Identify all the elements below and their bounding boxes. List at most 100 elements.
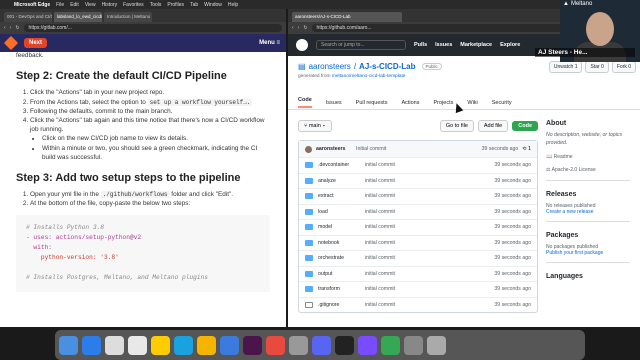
repo-owner-link[interactable]: aaronsteers [309, 62, 351, 71]
file-msg[interactable]: initial commit [365, 193, 475, 199]
go-to-file-button[interactable]: Go to file [439, 120, 474, 132]
file-msg[interactable]: initial commit [365, 240, 475, 246]
menu-tools[interactable]: Tools [150, 2, 162, 8]
tab-projects[interactable]: Projects [434, 100, 454, 106]
notes-icon[interactable] [151, 335, 170, 355]
github-logo-icon[interactable] [296, 39, 308, 51]
reload-icon[interactable]: ↻ [15, 25, 19, 31]
file-msg[interactable]: initial commit [365, 178, 475, 184]
tab-code[interactable]: Code [298, 97, 312, 108]
file-name[interactable]: notebook [318, 240, 339, 246]
create-release-link[interactable]: Create a new release [546, 209, 630, 215]
file-name[interactable]: .devcontainer [318, 162, 349, 168]
nav-marketplace[interactable]: Marketplace [460, 42, 492, 48]
file-msg[interactable]: initial commit [365, 224, 475, 230]
file-name[interactable]: transform [318, 286, 340, 292]
file-row[interactable]: load initial commit 39 seconds ago [299, 203, 537, 220]
menu-file[interactable]: File [56, 2, 64, 8]
github-search-input[interactable]: Search or jump to... [316, 40, 406, 50]
file-msg[interactable]: initial commit [365, 302, 475, 308]
commit-message[interactable]: Initial commit [356, 146, 386, 152]
file-row[interactable]: analyze initial commit 39 seconds ago [299, 172, 537, 189]
tab-security[interactable]: Security [492, 100, 512, 106]
menu-history[interactable]: History [102, 2, 118, 8]
terminal-icon[interactable] [335, 335, 354, 355]
file-row[interactable]: output initial commit 39 seconds ago [299, 265, 537, 282]
nav-pulls[interactable]: Pulls [414, 42, 427, 48]
menu-tab[interactable]: Tab [190, 2, 198, 8]
menu-edit[interactable]: Edit [70, 2, 79, 8]
readme-link[interactable]: 📖 Readme [546, 154, 630, 160]
tab-issues[interactable]: Issues [326, 100, 342, 106]
branch-selector[interactable]: ⑂ main ▾ [298, 120, 332, 132]
menu-favorites[interactable]: Favorites [123, 2, 144, 8]
zoom-app-icon[interactable] [220, 335, 239, 355]
file-row[interactable]: .devcontainer initial commit 39 seconds ag… [299, 157, 537, 173]
right-forward-icon[interactable]: › [298, 25, 300, 31]
nav-issues[interactable]: Issues [435, 42, 452, 48]
safari-icon[interactable] [128, 335, 147, 355]
gitlab-logo-icon[interactable] [3, 35, 19, 51]
discord-icon[interactable] [312, 335, 331, 355]
commit-count[interactable]: ⟲ 1 [522, 146, 531, 152]
file-name[interactable]: analyze [318, 178, 336, 184]
file-msg[interactable]: initial commit [365, 255, 475, 261]
vscode-icon[interactable] [82, 335, 101, 355]
tab-wiki[interactable]: Wiki [467, 100, 477, 106]
settings-icon[interactable] [289, 335, 308, 355]
messages-icon[interactable] [381, 335, 400, 355]
menu-view[interactable]: View [85, 2, 96, 8]
finder-icon[interactable] [59, 335, 78, 355]
menu-app-name[interactable]: Microsoft Edge [14, 2, 50, 8]
fork-button[interactable]: Fork 0 [611, 61, 636, 73]
menu-window[interactable]: Window [204, 2, 222, 8]
menu-profiles[interactable]: Profiles [167, 2, 184, 8]
file-row[interactable]: transform initial commit 39 seconds ago [299, 281, 537, 297]
forward-icon[interactable]: › [10, 25, 12, 31]
file-row[interactable]: .gitignore initial commit 39 seconds ago [299, 296, 537, 313]
file-row[interactable]: orchestrate initial commit 39 seconds ago [299, 250, 537, 266]
yaml-code-block[interactable]: # Installs Python 3.8 - uses: actions/se… [16, 214, 270, 292]
edge-icon[interactable] [174, 335, 193, 355]
file-msg[interactable]: initial commit [365, 286, 475, 292]
code-button[interactable]: Code [512, 121, 538, 131]
tab-pull-requests[interactable]: Pull requests [356, 100, 388, 106]
releases-title[interactable]: Releases [546, 191, 630, 198]
author-avatar[interactable] [305, 145, 312, 153]
add-file-button[interactable]: Add file [477, 120, 509, 132]
file-name[interactable]: load [318, 209, 328, 215]
app-icon[interactable] [358, 335, 377, 355]
folder-dock-icon[interactable] [404, 335, 423, 355]
calendar-icon[interactable] [266, 335, 285, 355]
next-button[interactable]: Next [24, 38, 48, 48]
trash-icon[interactable] [427, 335, 446, 355]
file-name[interactable]: extract [318, 193, 334, 199]
file-row[interactable]: model initial commit 39 seconds ago [299, 219, 537, 235]
nav-explore[interactable]: Explore [500, 42, 520, 48]
unwatch-button[interactable]: Unwatch 1 [548, 61, 583, 73]
tab-actions[interactable]: Actions [401, 100, 419, 106]
right-back-icon[interactable]: ‹ [292, 25, 294, 31]
tab-devops[interactable]: 001 - DevOps and CI/CD [4, 12, 52, 22]
file-name[interactable]: model [318, 224, 332, 230]
commit-author[interactable]: aaronsteers [316, 146, 356, 152]
menu-help[interactable]: Help [228, 2, 238, 8]
tab-lab[interactable]: labsland_lo_ewd_cicd/lab [54, 12, 102, 22]
license-link[interactable]: ⚖ Apache-2.0 License [546, 167, 630, 173]
file-name[interactable]: .gitignore [318, 302, 339, 308]
file-msg[interactable]: initial commit [365, 162, 475, 168]
right-reload-icon[interactable]: ↻ [303, 25, 307, 31]
file-row[interactable]: notebook initial commit 39 seconds ago [299, 234, 537, 251]
launchpad-icon[interactable] [105, 335, 124, 355]
tab-meltano-intro[interactable]: Introduction | Meltano [104, 12, 152, 22]
star-button[interactable]: Star 0 [585, 61, 609, 73]
chrome-icon[interactable] [197, 335, 216, 355]
packages-title[interactable]: Packages [546, 232, 630, 239]
repo-name-link[interactable]: AJ-s-CICD-Lab [359, 62, 415, 71]
slack-icon[interactable] [243, 335, 262, 355]
file-name[interactable]: output [318, 271, 332, 277]
back-icon[interactable]: ‹ [4, 25, 6, 31]
file-name[interactable]: orchestrate [318, 255, 344, 261]
file-msg[interactable]: initial commit [365, 271, 475, 277]
menu-button[interactable]: Menu ≡ [259, 40, 280, 46]
